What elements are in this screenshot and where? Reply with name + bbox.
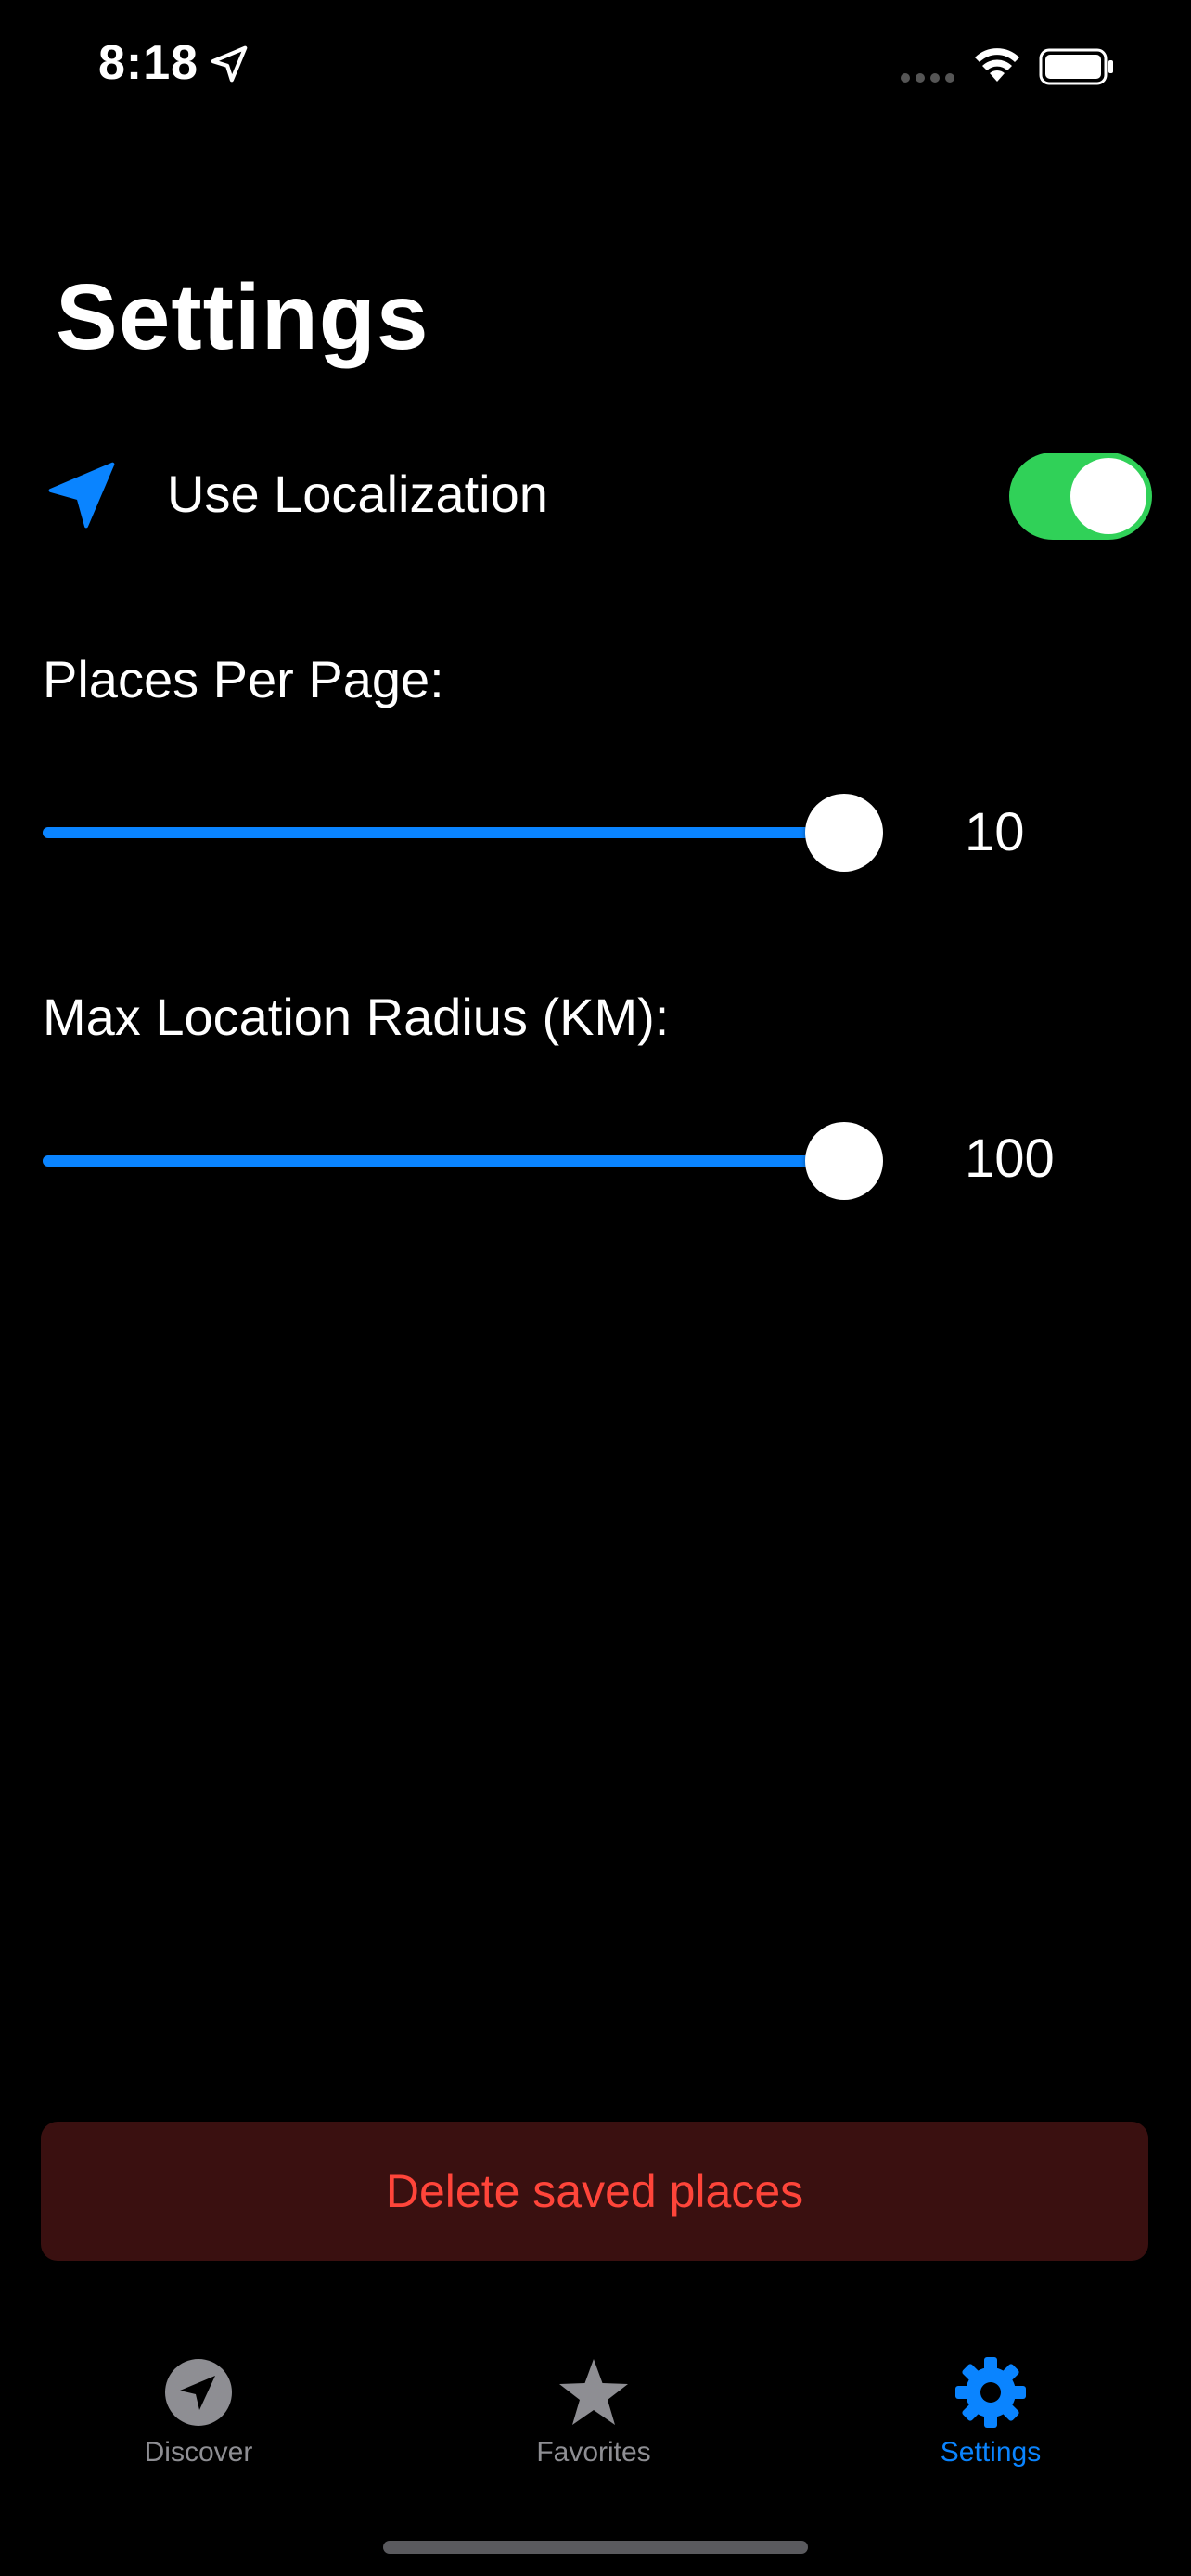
compass-navigation-icon [165, 2359, 232, 2426]
page-title: Settings [56, 265, 429, 369]
max-radius-value: 100 [965, 1129, 1055, 1189]
wifi-icon [975, 48, 1019, 82]
gear-icon [955, 2357, 1026, 2428]
home-indicator [383, 2541, 808, 2554]
star-icon [559, 2359, 628, 2425]
tab-label: Favorites [536, 2437, 651, 2468]
cellular-dots-icon [901, 73, 954, 83]
battery-full-icon [1039, 48, 1113, 85]
use-localization-toggle[interactable] [1009, 453, 1152, 540]
places-per-page-label: Places Per Page: [43, 650, 444, 708]
tab-discover[interactable]: Discover [87, 2355, 310, 2468]
tab-favorites[interactable]: Favorites [482, 2355, 705, 2468]
slider-thumb[interactable] [805, 794, 883, 872]
tab-label: Settings [940, 2437, 1042, 2468]
tab-label: Discover [144, 2437, 253, 2468]
location-arrow-fill-icon [48, 462, 115, 529]
tab-settings[interactable]: Settings [879, 2355, 1102, 2468]
slider-fill [43, 1155, 844, 1167]
delete-saved-places-button[interactable]: Delete saved places [41, 2122, 1148, 2261]
max-radius-label: Max Location Radius (KM): [43, 988, 670, 1046]
toggle-knob [1070, 458, 1146, 534]
slider-fill [43, 827, 844, 838]
places-per-page-value: 10 [965, 802, 1025, 862]
max-radius-slider[interactable] [43, 1122, 883, 1200]
location-arrow-outline-icon [211, 45, 248, 83]
status-time: 8:18 [98, 36, 199, 90]
slider-thumb[interactable] [805, 1122, 883, 1200]
places-per-page-slider[interactable] [43, 794, 883, 872]
use-localization-label: Use Localization [167, 465, 548, 523]
